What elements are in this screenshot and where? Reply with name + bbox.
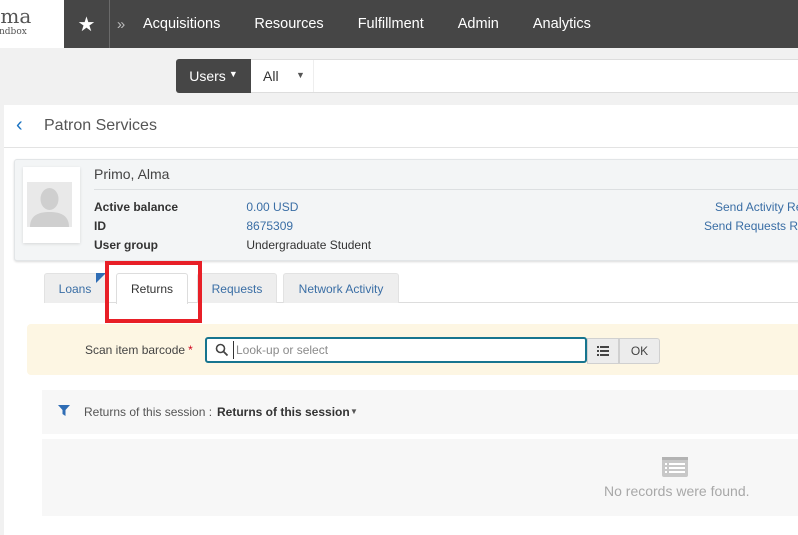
label-text: Scan item barcode (85, 343, 186, 357)
patron-id-link[interactable]: 8675309 (246, 219, 293, 233)
field-label: ID (94, 219, 106, 233)
scope-label: Users (189, 68, 226, 84)
nav-analytics[interactable]: Analytics (533, 16, 591, 32)
scan-barcode-field[interactable] (205, 337, 587, 363)
tab-label: Returns (130, 282, 174, 296)
main-menu: Acquisitions Resources Fulfillment Admin… (143, 0, 625, 48)
select-from-list-button[interactable] (587, 338, 619, 364)
caret-down-icon: ▼ (296, 70, 305, 80)
page-title: Patron Services (44, 117, 157, 134)
caret-down-icon[interactable]: ▼ (350, 407, 358, 416)
search-filter-dropdown[interactable]: All (263, 68, 279, 84)
patron-field-balance: Active balance 0.00 USD (94, 200, 298, 214)
nav-resources[interactable]: Resources (254, 16, 323, 32)
nav-acquisitions[interactable]: Acquisitions (143, 16, 220, 32)
caret-down-icon: ▼ (228, 69, 238, 79)
patron-card: Primo, Alma Active balance 0.00 USD ID 8… (14, 159, 798, 261)
scan-barcode-input[interactable] (233, 341, 573, 359)
list-card-icon (662, 457, 688, 477)
scan-item-bar: Scan item barcode* OK (27, 324, 798, 375)
patron-field-id: ID 8675309 (94, 219, 293, 233)
tab-network-activity[interactable]: Network Activity (283, 273, 399, 303)
notification-flag-icon (96, 273, 106, 283)
send-requests-report-link[interactable]: Send Requests Re (704, 219, 798, 233)
tab-label: Requests (211, 281, 263, 296)
field-value: Undergraduate Student (246, 238, 372, 252)
results-list: No records were found. (42, 439, 798, 516)
double-chevron-right-icon: » (116, 15, 126, 33)
patron-field-user-group: User group Undergraduate Student (94, 238, 371, 252)
tab-returns[interactable]: Returns (116, 273, 188, 304)
top-nav-bar: lma ndbox ★ » Acquisitions Resources Ful… (0, 0, 798, 48)
chevron-left-icon[interactable]: ‹ (16, 114, 23, 137)
logo-text: lma (0, 4, 32, 28)
tab-label: Network Activity (298, 281, 384, 296)
list-icon (597, 346, 609, 356)
search-icon (215, 343, 229, 357)
field-label: Active balance (94, 200, 179, 214)
send-activity-report-link[interactable]: Send Activity Re (715, 200, 798, 214)
ok-button[interactable]: OK (619, 338, 660, 364)
patron-tabs: Loans Returns Requests Network Activity (44, 273, 798, 304)
favorites-button[interactable]: ★ (64, 0, 110, 48)
field-label: User group (94, 238, 159, 252)
divider (313, 60, 314, 92)
expand-menu-button[interactable]: » (113, 0, 129, 48)
tab-label: Loans (58, 281, 92, 296)
page-header: ‹ Patron Services (4, 105, 798, 148)
results-filter-bar: Returns of this session : Returns of thi… (42, 390, 798, 434)
star-icon: ★ (77, 13, 96, 36)
empty-message: No records were found. (604, 483, 750, 499)
filter-icon (58, 405, 70, 416)
required-mark: * (188, 343, 193, 357)
scan-barcode-label: Scan item barcode * (85, 343, 193, 357)
filter-label: Returns of this session : (84, 405, 213, 419)
alma-logo[interactable]: lma ndbox (0, 0, 64, 48)
user-avatar-icon (27, 182, 72, 227)
active-balance-link[interactable]: 0.00 USD (246, 200, 298, 214)
logo-subtext: ndbox (0, 27, 27, 37)
divider (94, 189, 798, 190)
filter-value-dropdown[interactable]: Returns of this session (217, 405, 350, 419)
search-scope-dropdown[interactable]: Users ▼ (176, 59, 251, 93)
nav-admin[interactable]: Admin (458, 16, 499, 32)
nav-fulfillment[interactable]: Fulfillment (358, 16, 424, 32)
search-input-box[interactable]: All ▼ (251, 59, 798, 93)
patron-name: Primo, Alma (94, 166, 170, 182)
tab-requests[interactable]: Requests (197, 273, 277, 303)
patron-photo (23, 167, 80, 243)
patron-services-panel: ‹ Patron Services Primo, Alma Active bal… (4, 105, 798, 535)
